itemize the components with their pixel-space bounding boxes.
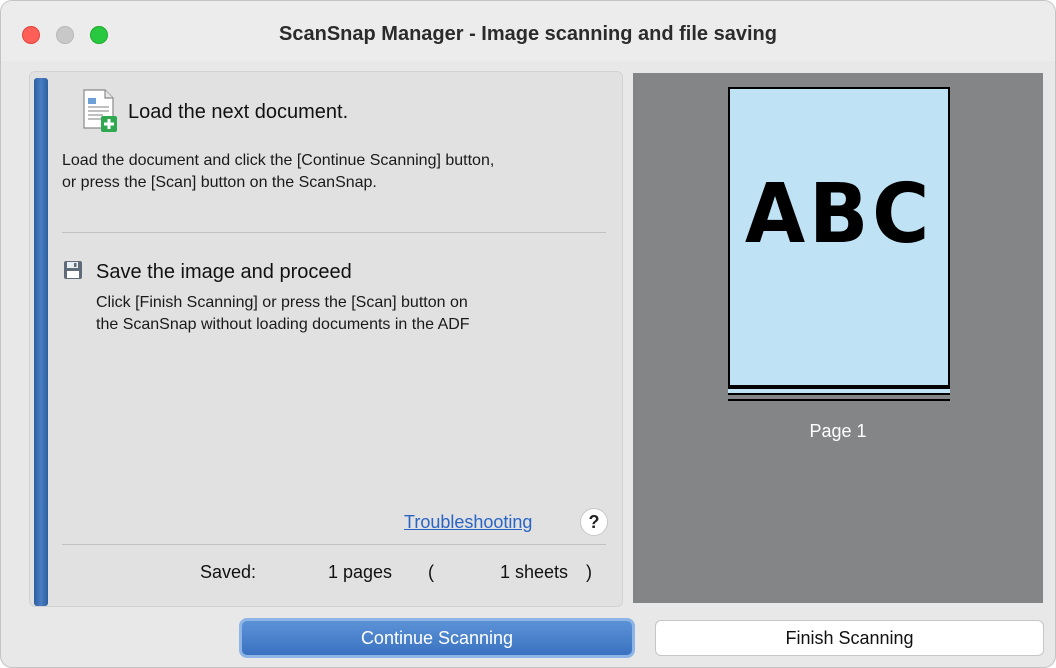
saved-label: Saved: (200, 562, 257, 582)
load-instruction-line-2: or press the [Scan] button on the ScanSn… (62, 174, 377, 191)
save-instruction-line-1: Click [Finish Scanning] or press the [Sc… (96, 294, 468, 311)
scansnap-window: ScanSnap Manager - Image scanning and fi… (0, 0, 1056, 668)
sheets-unit: sheets (515, 562, 569, 582)
save-instruction-line-2: the ScanSnap without loading documents i… (96, 316, 470, 333)
sheets-count: 1 (500, 562, 511, 582)
pages-unit: pages (343, 562, 393, 582)
page-preview-area: ABC Page 1 (633, 73, 1043, 603)
help-button[interactable]: ? (580, 508, 608, 536)
continue-scanning-button[interactable]: Continue Scanning (239, 618, 635, 658)
page-stack-line (728, 393, 950, 395)
pages-count: 1 (328, 562, 339, 582)
progress-indicator-bar (34, 78, 48, 606)
load-next-document-heading: Load the next document. (128, 101, 349, 123)
troubleshooting-link[interactable]: Troubleshooting (404, 512, 532, 533)
status-divider (62, 544, 606, 545)
finish-scanning-button[interactable]: Finish Scanning (655, 620, 1044, 656)
load-instruction-line-1: Load the document and click the [Continu… (62, 152, 495, 169)
scanned-page-thumbnail: ABC (728, 87, 950, 387)
floppy-disk-icon (64, 261, 82, 279)
page-content-text: ABC (744, 167, 934, 262)
window-title: ScanSnap Manager - Image scanning and fi… (279, 23, 777, 45)
page-caption: Page 1 (809, 421, 867, 441)
save-instructions: Click [Finish Scanning] or press the [Sc… (96, 292, 470, 336)
save-image-heading: Save the image and proceed (96, 261, 352, 283)
section-divider (62, 232, 606, 233)
document-add-icon (83, 89, 117, 132)
paren-close: ) (586, 562, 592, 582)
paren-open: ( (428, 562, 434, 582)
instructions-panel: Load the next document. Load the documen… (29, 71, 623, 607)
title-bar: ScanSnap Manager - Image scanning and fi… (1, 1, 1055, 61)
page-stack-line (728, 399, 950, 401)
page-stack-line (728, 387, 950, 389)
load-instructions: Load the document and click the [Continu… (62, 150, 494, 194)
